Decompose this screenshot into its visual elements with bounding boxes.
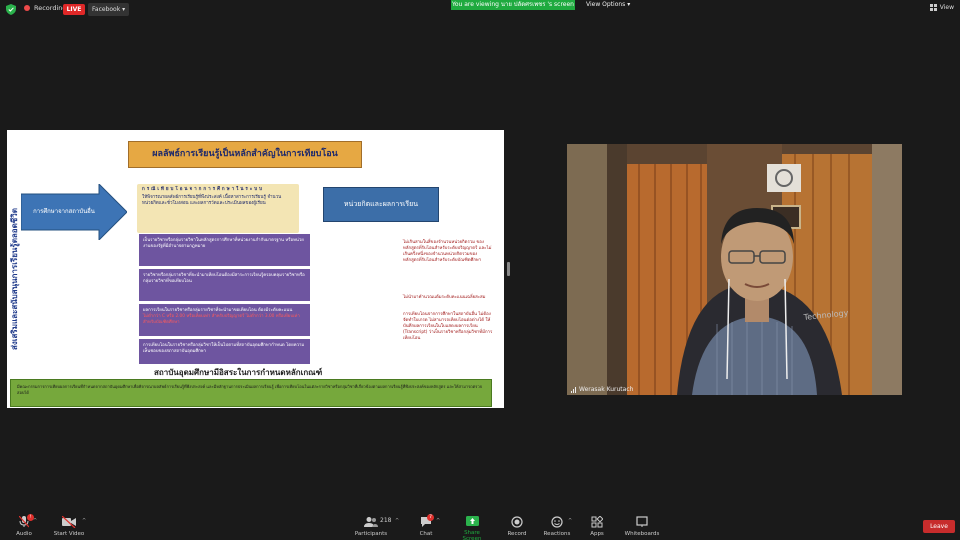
participants-options-caret[interactable]: ^ bbox=[395, 518, 399, 524]
recording-label: Recording bbox=[34, 4, 67, 12]
red-note-3: การเทียบโอนจากการศึกษาในสถาบันอื่น ไม่ต้… bbox=[403, 312, 493, 342]
zoom-window: Recording LIVE Facebook ▾ You are viewin… bbox=[0, 0, 960, 540]
apps-label: Apps bbox=[590, 531, 604, 537]
transfer-criteria-box: กรณีเทียบโอนจากการศึกษาในระบบ ให้พิจารณา… bbox=[137, 184, 299, 233]
chat-button[interactable]: Chat 7 bbox=[416, 514, 436, 537]
viewing-banner: You are viewing นาย ปลัดศรเพชร 's screen bbox=[451, 0, 575, 10]
share-screen-icon bbox=[465, 516, 479, 526]
record-label: Record bbox=[507, 531, 527, 537]
reactions-button[interactable]: Reactions bbox=[543, 516, 571, 537]
facebook-label: Facebook bbox=[92, 6, 121, 13]
whiteboards-button[interactable]: Whiteboards bbox=[624, 516, 660, 537]
video-off-icon bbox=[62, 516, 76, 528]
participants-icon bbox=[364, 517, 378, 527]
committee-band: มีคณะกรรมการการเทียบผลการเรียนที่กำหนดจา… bbox=[10, 379, 492, 407]
record-dot-icon bbox=[24, 5, 30, 11]
start-video-button[interactable]: Start Video bbox=[52, 516, 86, 537]
view-button[interactable]: View bbox=[929, 4, 954, 11]
red-note-2: ไม่นำมาคำนวณแต้มระดับคะแนนเฉลี่ยสะสม bbox=[403, 295, 486, 300]
video-options-caret[interactable]: ^ bbox=[82, 518, 86, 524]
smiley-icon bbox=[551, 516, 563, 528]
participant-name-tag: Werasak Kurutach bbox=[571, 386, 633, 393]
purple-box-3-red-text: ไม่ต่ำกว่า C หรือ 2.00 หรือเทียบเท่า สำห… bbox=[143, 313, 300, 325]
view-options-label: View Options bbox=[586, 1, 626, 8]
reactions-label: Reactions bbox=[543, 531, 571, 537]
chevron-down-icon: ▾ bbox=[627, 1, 631, 8]
grid-view-icon bbox=[929, 4, 937, 11]
share-screen-button[interactable]: Share Screen bbox=[454, 516, 490, 540]
audio-button[interactable]: Audio ! bbox=[14, 514, 34, 537]
meeting-toolbar: Audio ! ^ Start Video ^ Participants 218… bbox=[0, 512, 960, 540]
apps-button[interactable]: Apps bbox=[588, 516, 606, 537]
red-note-1: ไม่เกินสามในสี่ของจำนวนหน่วยกิตรวม ของหล… bbox=[403, 240, 492, 264]
leave-button[interactable]: Leave bbox=[923, 520, 955, 533]
arrow-label: การศึกษาจากสถาบันอื่น bbox=[33, 208, 95, 215]
audio-label: Audio bbox=[16, 531, 32, 537]
chat-unread-badge: 7 bbox=[427, 514, 434, 521]
chat-label: Chat bbox=[419, 531, 433, 537]
purple-box-4: การเทียบโอนในรายวิชาหรือกลุ่มวิชาให้เป็น… bbox=[139, 339, 310, 364]
view-label: View bbox=[939, 4, 954, 11]
slide-title: ผลลัพธ์การเรียนรู้เป็นหลักสำคัญในการเทีย… bbox=[128, 141, 362, 168]
purple-box-2: รายวิชาหรือกลุ่มรายวิชาที่จะนำมาเทียบโอน… bbox=[139, 269, 310, 301]
whiteboard-icon bbox=[636, 516, 648, 527]
reactions-options-caret[interactable]: ^ bbox=[568, 518, 572, 524]
shield-icon[interactable] bbox=[6, 4, 16, 15]
credit-results-box: หน่วยกิตและผลการเรียน bbox=[323, 187, 439, 222]
purple-box-1: เป็นรายวิชาหรือกลุ่มรายวิชาในหลักสูตรการ… bbox=[139, 234, 310, 266]
record-button[interactable]: Record bbox=[506, 516, 528, 537]
recording-indicator[interactable]: Recording bbox=[24, 4, 67, 12]
apps-icon bbox=[591, 516, 603, 528]
view-options-button[interactable]: View Options ▾ bbox=[586, 0, 630, 10]
criteria-heading: กรณีเทียบโอนจากการศึกษาในระบบ bbox=[142, 187, 264, 192]
record-icon bbox=[511, 516, 523, 528]
whiteboards-label: Whiteboards bbox=[624, 531, 660, 537]
criteria-body: ให้พิจารณาผลลัพธ์การเรียนรู้ที่พึงประสงค… bbox=[142, 195, 282, 207]
participant-video-frame: Technology bbox=[567, 144, 902, 395]
participants-count: 218 bbox=[380, 517, 392, 524]
participant-video[interactable]: Technology Werasak Kurutach bbox=[567, 144, 902, 395]
chat-options-caret[interactable]: ^ bbox=[436, 518, 440, 524]
video-label: Start Video bbox=[53, 531, 85, 537]
participants-label: Participants bbox=[354, 531, 388, 537]
institution-label: สถาบันอุดมศึกษามีอิสระในการกำหนดหลักเกณฑ… bbox=[154, 368, 323, 377]
audio-options-caret[interactable]: ^ bbox=[33, 518, 37, 524]
shared-screen[interactable]: ผลลัพธ์การเรียนรู้เป็นหลักสำคัญในการเทีย… bbox=[7, 130, 504, 408]
purple-box-3-text: ผลการเรียนในรายวิชาหรือกลุ่มรายวิชาที่จะ… bbox=[143, 308, 293, 313]
share-screen-label: Share Screen bbox=[462, 530, 482, 540]
purple-box-3: ผลการเรียนในรายวิชาหรือกลุ่มรายวิชาที่จะ… bbox=[139, 304, 310, 336]
signal-bars-icon bbox=[571, 386, 576, 393]
facebook-stream-button[interactable]: Facebook ▾ bbox=[88, 3, 130, 16]
live-badge: LIVE bbox=[63, 4, 85, 15]
participant-name: Werasak Kurutach bbox=[579, 386, 634, 393]
chevron-down-icon: ▾ bbox=[122, 6, 126, 13]
top-bar: Recording LIVE Facebook ▾ You are viewin… bbox=[0, 0, 960, 18]
splitter-handle[interactable] bbox=[507, 262, 510, 276]
